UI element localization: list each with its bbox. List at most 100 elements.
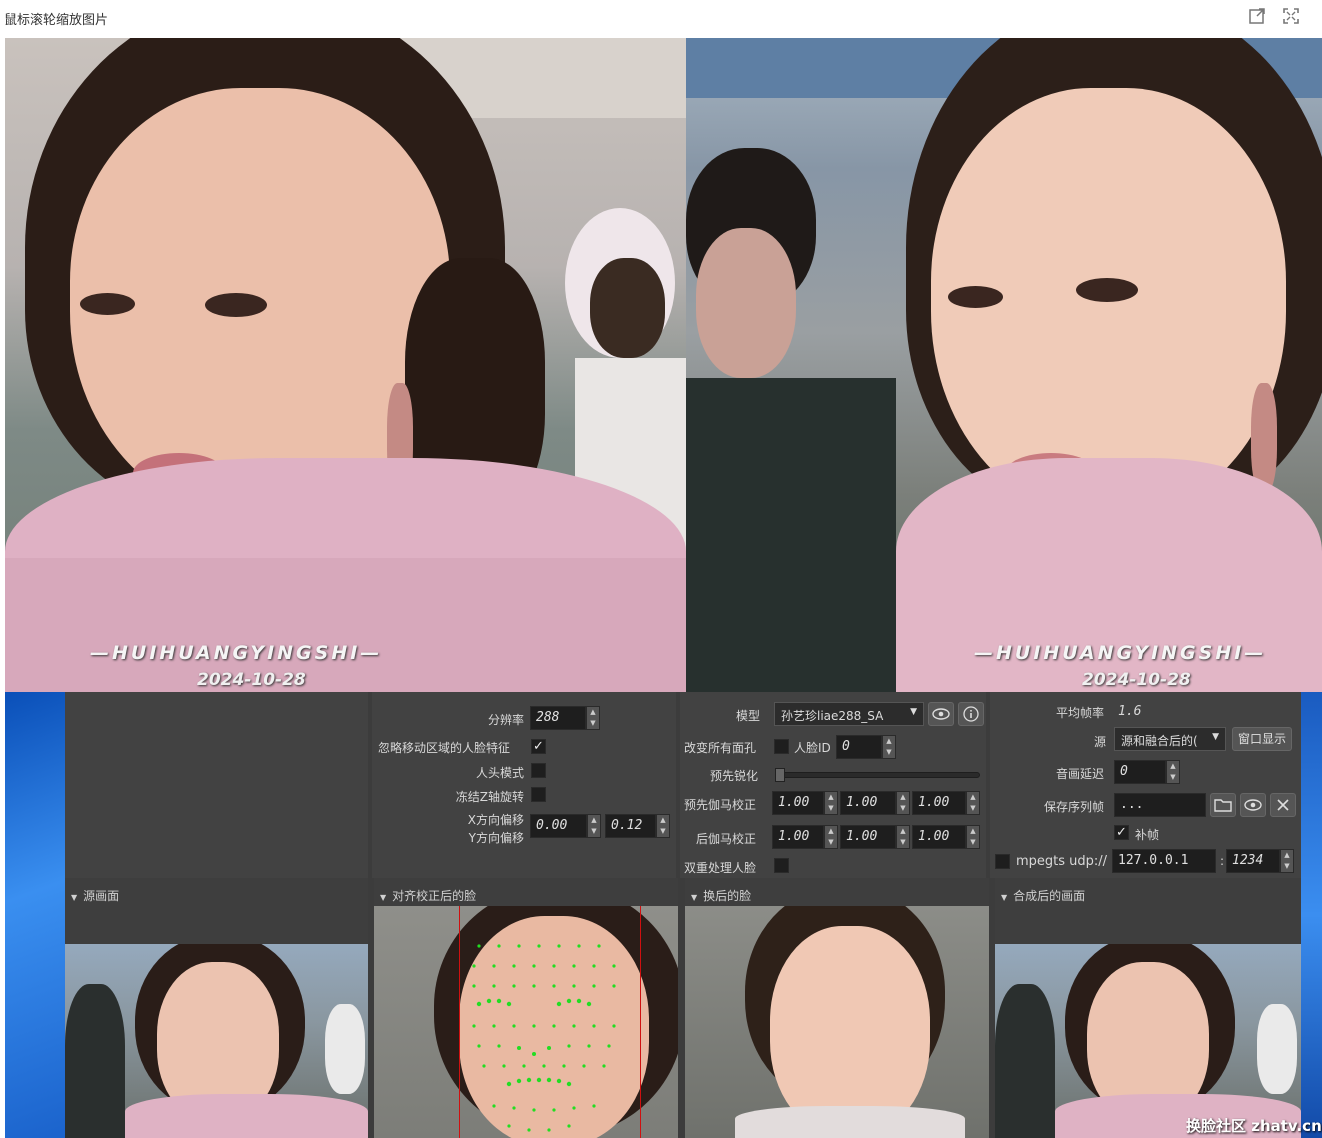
chevron-down-icon: ▼ (71, 893, 78, 902)
dual-process-label: 双重处理人脸 (684, 861, 757, 875)
eye-icon[interactable] (928, 702, 954, 726)
mpegts-port-stepper[interactable]: ▲ ▼ (1280, 849, 1294, 873)
avg-fps-label: 平均帧率 (1056, 706, 1105, 720)
source-frame-section: ▼ 源画面 (65, 878, 368, 1138)
fullscreen-icon[interactable] (1281, 7, 1301, 27)
face-id-stepper[interactable]: ▲ ▼ (882, 735, 896, 759)
watermark-text: —HUIHUANGYINGSHI— (90, 642, 383, 664)
mpegts-port-spinbox[interactable]: 1234 (1226, 849, 1280, 873)
pre-gamma-b-stepper[interactable]: ▲ ▼ (966, 791, 980, 815)
chevron-down-icon: ▼ (1212, 732, 1219, 742)
page-title: 鼠标滚轮缩放图片 (4, 13, 109, 28)
resolution-label: 分辨率 (487, 713, 524, 727)
chevron-down-icon: ▼ (1001, 893, 1008, 902)
info-icon[interactable] (958, 702, 984, 726)
model-settings-panel: 模型 孙艺珍liae288_SA ▼ 改变所有面孔 人脸ID 0 ▲ ▼ 预先锐化… (680, 692, 986, 878)
watermark-text: —HUIHUANGYINGSHI— (974, 642, 1267, 664)
swapped-face-image (685, 906, 989, 1138)
merged-frame-section: ▼ 合成后的画面 (995, 878, 1301, 1138)
post-gamma-r-spinbox[interactable]: 1.00 (772, 825, 824, 849)
post-gamma-g-spinbox[interactable]: 1.00 (840, 825, 896, 849)
change-all-faces-label: 改变所有面孔 (684, 741, 757, 755)
close-icon[interactable] (1270, 793, 1296, 817)
model-dropdown[interactable]: 孙艺珍liae288_SA ▼ (774, 702, 924, 726)
pre-gamma-b-spinbox[interactable]: 1.00 (912, 791, 966, 815)
chevron-down-icon: ▼ (380, 893, 387, 902)
source-frame-image (65, 944, 368, 1138)
mpegts-label: mpegts udp:// (1016, 854, 1108, 869)
y-offset-stepper[interactable]: ▲ ▼ (656, 814, 670, 838)
original-photo: —HUIHUANGYINGSHI— 2024-10-28 (5, 38, 686, 692)
aligned-face-section: ▼ 对齐校正后的脸 (374, 878, 678, 1138)
watermark-date: 2024-10-28 (1082, 670, 1191, 690)
desktop-wallpaper (5, 692, 65, 1138)
source-dropdown[interactable]: 源和融合后的( ▼ (1114, 727, 1226, 751)
avg-fps-value: 1.6 (1118, 704, 1142, 719)
align-settings-panel: 分辨率 288 ▲ ▼ 忽略移动区域的人脸特征 ✓ 人头模式 冻结Z轴旋转 X方向… (372, 692, 676, 878)
pre-gamma-g-stepper[interactable]: ▲ ▼ (896, 791, 910, 815)
head-mode-label: 人头模式 (475, 766, 524, 780)
resolution-stepper[interactable]: ▲ ▼ (586, 706, 600, 730)
site-watermark: 换脸社区 zhatv.cn (1186, 1117, 1322, 1135)
chevron-down-icon: ▼ (910, 707, 917, 717)
section-title: 合成后的画面 (1013, 889, 1086, 903)
x-offset-stepper[interactable]: ▲ ▼ (587, 814, 601, 838)
x-offset-spinbox[interactable]: 0.00 (530, 814, 587, 838)
empty-panel (65, 692, 368, 878)
freeze-z-checkbox[interactable] (531, 787, 546, 802)
save-sequence-path[interactable]: ... (1114, 793, 1206, 817)
post-gamma-label: 后伽马校正 (696, 832, 757, 846)
pre-gamma-label: 预先伽马校正 (684, 798, 757, 812)
section-title: 换后的脸 (703, 889, 752, 903)
post-gamma-b-stepper[interactable]: ▲ ▼ (966, 825, 980, 849)
resolution-spinbox[interactable]: 288 (530, 706, 586, 730)
aligned-face-image (374, 906, 678, 1138)
desktop-wallpaper (1301, 692, 1322, 1138)
section-header[interactable]: ▼ 合成后的画面 (1001, 887, 1085, 904)
x-offset-label: X方向偏移 (467, 813, 524, 827)
pre-sharpen-slider[interactable] (775, 768, 980, 782)
post-gamma-g-stepper[interactable]: ▲ ▼ (896, 825, 910, 849)
pre-gamma-r-spinbox[interactable]: 1.00 (772, 791, 824, 815)
post-gamma-b-spinbox[interactable]: 1.00 (912, 825, 966, 849)
merged-frame-image (995, 944, 1301, 1138)
face-id-spinbox[interactable]: 0 (836, 735, 882, 759)
fill-frame-label: 补帧 (1135, 828, 1160, 842)
head-mode-checkbox[interactable] (531, 763, 546, 778)
folder-icon[interactable] (1210, 793, 1236, 817)
mpegts-separator: : (1220, 854, 1225, 868)
open-external-icon[interactable] (1247, 7, 1267, 27)
watermark-date: 2024-10-28 (197, 670, 306, 690)
pre-gamma-r-stepper[interactable]: ▲ ▼ (824, 791, 838, 815)
section-header[interactable]: ▼ 对齐校正后的脸 (380, 887, 476, 904)
y-offset-spinbox[interactable]: 0.12 (605, 814, 656, 838)
mpegts-checkbox[interactable] (995, 854, 1010, 869)
dual-process-checkbox[interactable] (774, 858, 789, 873)
pre-sharpen-label: 预先锐化 (710, 769, 759, 783)
audio-delay-label: 音画延迟 (1056, 767, 1105, 781)
source-value: 源和融合后的( (1121, 734, 1198, 748)
section-title: 对齐校正后的脸 (392, 889, 477, 903)
swapped-photo: —HUIHUANGYINGSHI— 2024-10-28 (686, 38, 1322, 692)
title-bar: 鼠标滚轮缩放图片 (0, 0, 1322, 36)
mpegts-host-input[interactable]: 127.0.0.1 (1112, 849, 1216, 873)
window-display-button[interactable]: 窗口显示 (1232, 727, 1293, 751)
screenshot-root: 鼠标滚轮缩放图片 —HUIHUANGYINGSHI— 2024-10-28 —H… (0, 0, 1322, 1138)
save-sequence-label: 保存序列帧 (1044, 800, 1105, 814)
ignore-moving-checkbox[interactable]: ✓ (531, 739, 546, 754)
model-value: 孙艺珍liae288_SA (781, 709, 884, 723)
source-label: 源 (1094, 735, 1107, 749)
change-all-faces-checkbox[interactable] (774, 739, 789, 754)
pre-gamma-g-spinbox[interactable]: 1.00 (840, 791, 896, 815)
section-title: 源画面 (83, 889, 120, 903)
ignore-moving-label: 忽略移动区域的人脸特征 (378, 741, 511, 755)
audio-delay-spinbox[interactable]: 0 (1114, 760, 1166, 784)
freeze-z-label: 冻结Z轴旋转 (455, 790, 524, 804)
eye-icon[interactable] (1240, 793, 1266, 817)
section-header[interactable]: ▼ 源画面 (71, 887, 119, 904)
post-gamma-r-stepper[interactable]: ▲ ▼ (824, 825, 838, 849)
fill-frame-checkbox[interactable]: ✓ (1114, 825, 1129, 840)
section-header[interactable]: ▼ 换后的脸 (691, 887, 751, 904)
face-landmarks (472, 944, 616, 1132)
audio-delay-stepper[interactable]: ▲ ▼ (1166, 760, 1180, 784)
